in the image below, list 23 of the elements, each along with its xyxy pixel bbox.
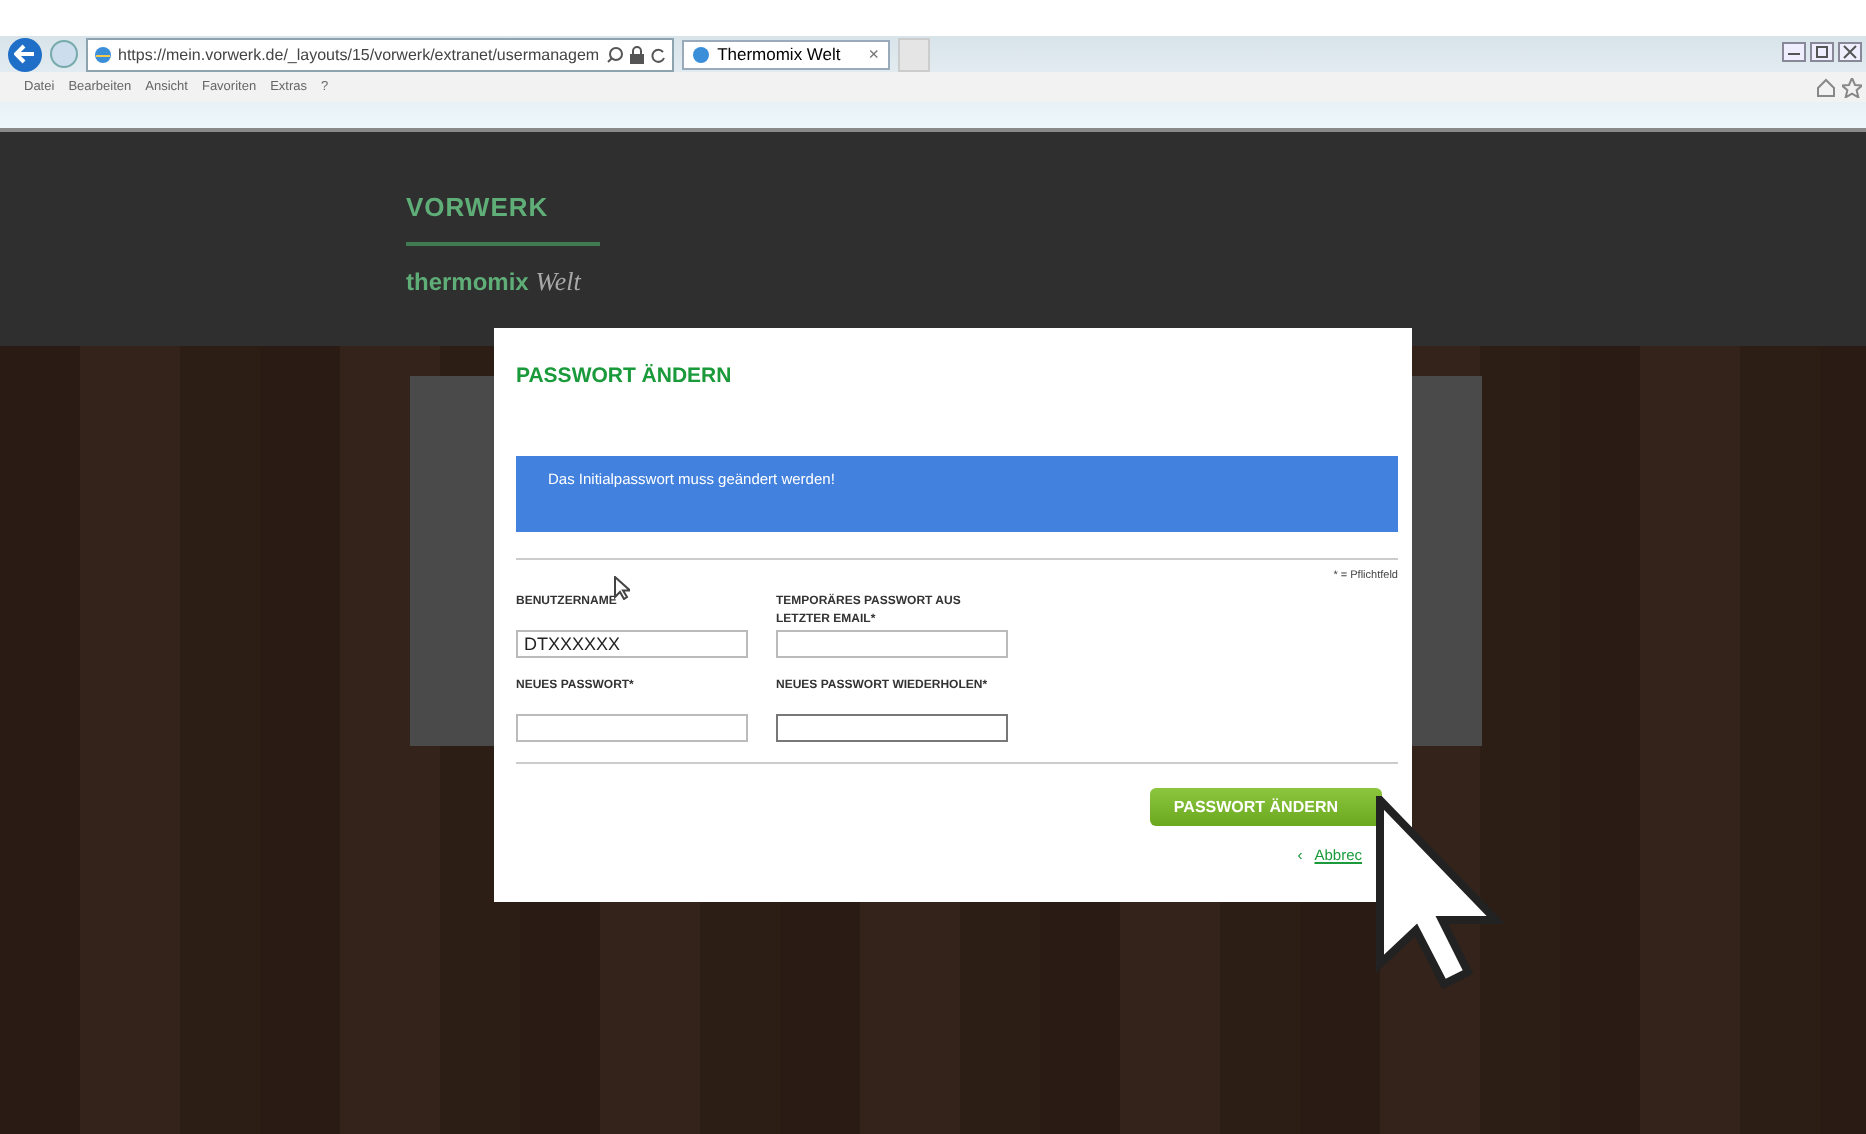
close-icon[interactable]: [1838, 42, 1862, 62]
product-logo-suffix: Welt: [535, 266, 581, 296]
text-field[interactable]: [776, 714, 1008, 742]
tab-close-button[interactable]: ×: [868, 44, 880, 64]
globe-icon: [691, 45, 710, 63]
text-field[interactable]: [776, 630, 1008, 658]
address-bar[interactable]: https://mein.vorwerk.de/_layouts/15/vorwerk/extranet/usermanagem: [86, 37, 674, 71]
lock-icon: [629, 45, 644, 63]
star-icon[interactable]: [1842, 78, 1862, 98]
text-field[interactable]: DTXXXXXX: [516, 630, 748, 658]
text-field[interactable]: [516, 714, 748, 742]
product-logo: thermomix: [406, 268, 531, 296]
home-icon[interactable]: [1816, 78, 1836, 98]
back-button[interactable]: [8, 37, 42, 71]
minimize-icon[interactable]: [1782, 42, 1806, 62]
globe-icon: [94, 45, 112, 63]
search-icon[interactable]: [605, 45, 624, 63]
mouse-pointer-icon: [614, 576, 630, 600]
browser-tab[interactable]: Thermomix Welt ×: [681, 39, 890, 69]
refresh-icon[interactable]: [649, 45, 666, 63]
dialog-title: PASSWORT ÄNDERN: [516, 364, 734, 388]
restore-icon[interactable]: [1810, 42, 1834, 62]
brand-logo: VORWERK: [406, 192, 549, 224]
